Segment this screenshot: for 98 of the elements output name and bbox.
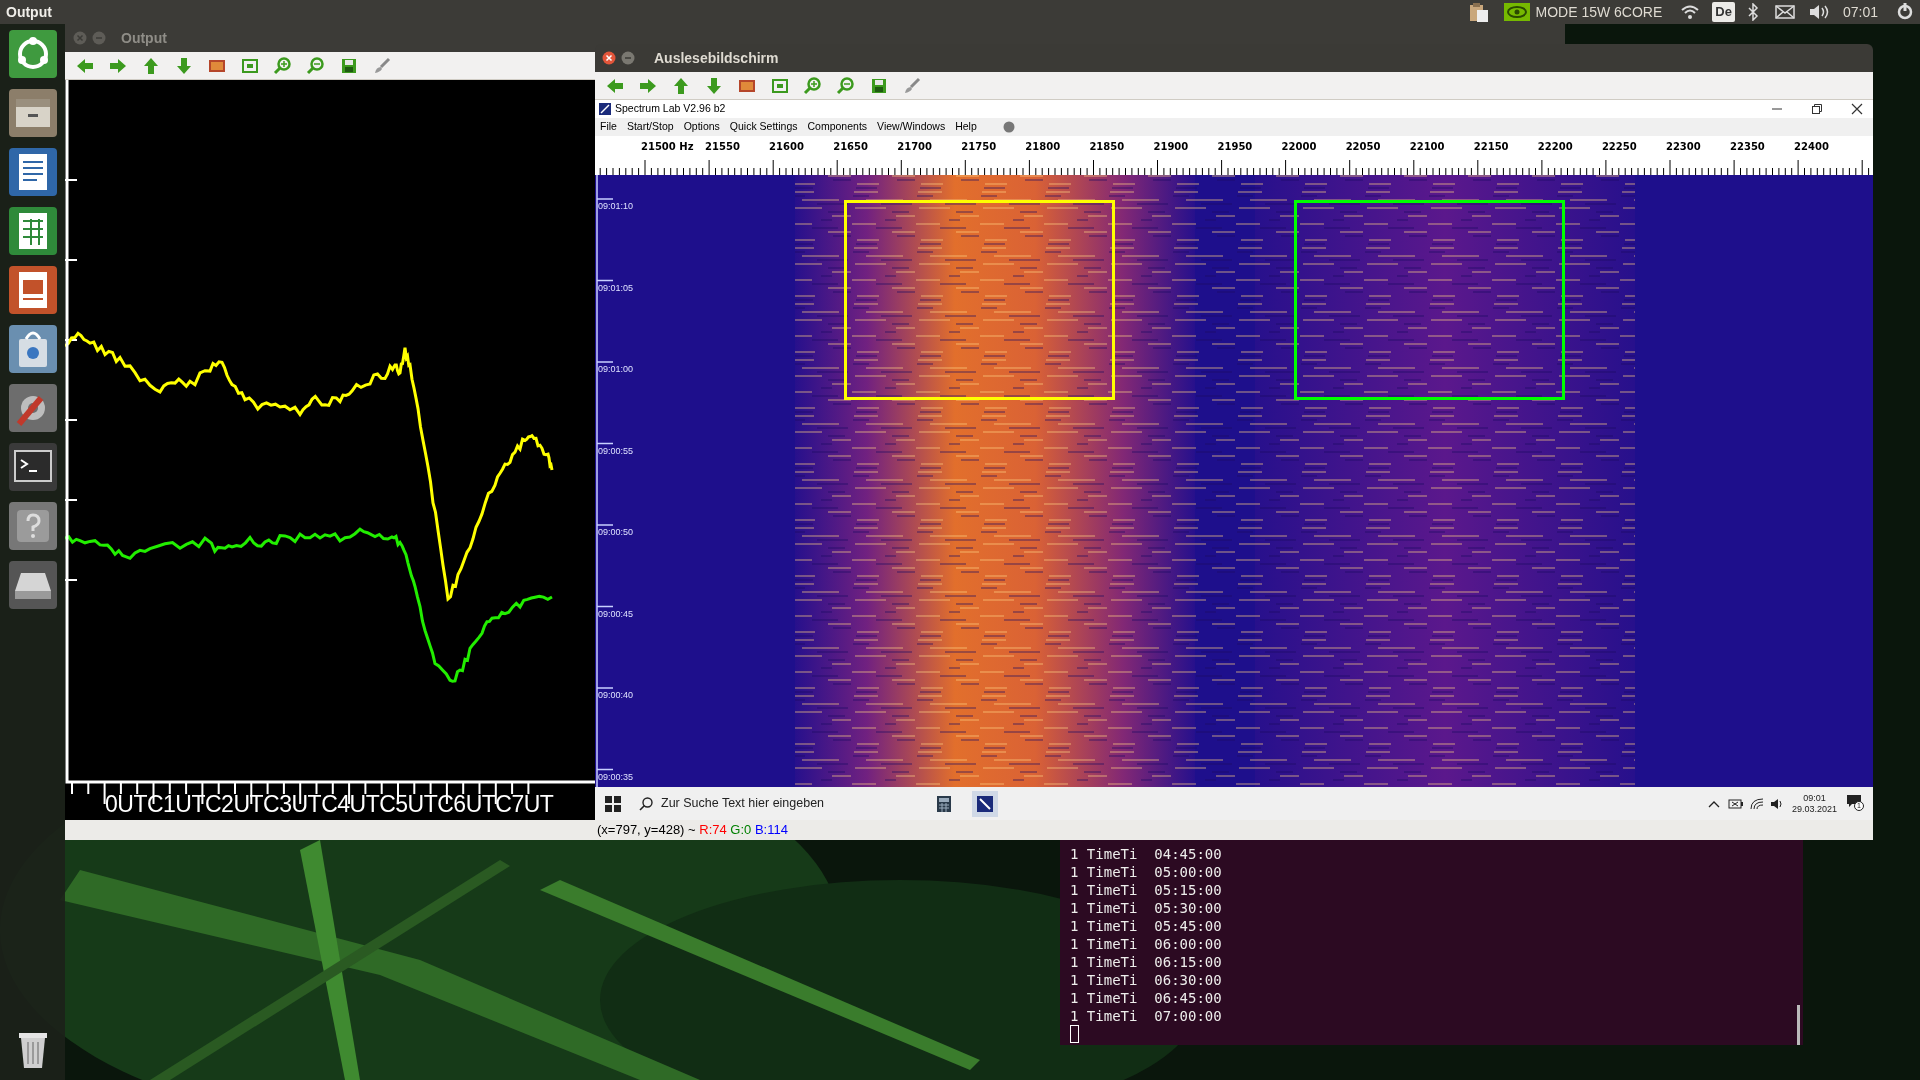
menu-item[interactable]: Start/Stop	[626, 119, 674, 135]
terminal-line: 1 TimeTi 06:30:00	[1070, 971, 1223, 989]
search-field[interactable]: Zur Suche Text hier eingeben	[661, 794, 921, 813]
presentation-icon[interactable]	[8, 266, 57, 314]
time-label: 09:01:05	[598, 282, 634, 294]
brush-icon[interactable]	[902, 75, 922, 96]
zoom-out-icon[interactable]	[306, 55, 326, 76]
frequency-label: 21850	[1089, 140, 1125, 154]
document-icon[interactable]	[8, 148, 57, 196]
battery-icon[interactable]	[1727, 797, 1744, 810]
start-icon[interactable]	[605, 795, 621, 812]
close-button-icon[interactable]	[602, 51, 616, 65]
menu-item[interactable]: Options	[683, 119, 720, 135]
frequency-label: 21550	[705, 140, 740, 154]
time-label: 09:01:00	[598, 364, 634, 375]
frequency-label: 22200	[1537, 140, 1573, 154]
text-cursor	[1070, 1025, 1079, 1043]
envelope-icon[interactable]	[1774, 5, 1795, 19]
frequency-label: 21600	[769, 140, 804, 154]
menu-item[interactable]: Help	[955, 119, 977, 135]
app-window-icon[interactable]	[972, 790, 998, 817]
down-arrow-icon[interactable]	[174, 55, 194, 76]
frequency-label: 21900	[1153, 140, 1189, 154]
time-label: 09:00:40	[598, 690, 634, 701]
terminal-line: 1 TimeTi 05:45:00	[1070, 917, 1223, 935]
terminal-line: 1 TimeTi 05:15:00	[1070, 881, 1223, 899]
frequency-label: 21800	[1025, 140, 1061, 154]
time-label: 09:00:35	[598, 771, 634, 783]
spreadsheet-icon[interactable]	[8, 207, 57, 255]
down-arrow-icon[interactable]	[704, 75, 724, 96]
time-label: 09:00:55	[598, 445, 634, 457]
status-text: (x=797, y=428) ~ R:74 G:0 B:114	[597, 821, 788, 840]
chevron-up-icon[interactable]	[1707, 799, 1720, 808]
axis-label: 0UTC1UTC2UTC3UTC4UTC5UTC6UTC7UT	[105, 791, 554, 817]
terminal-line: 1 TimeTi 06:00:00	[1070, 935, 1223, 953]
terminal-line: 1 TimeTi 05:00:00	[1070, 863, 1223, 881]
keyboard-layout-indicator[interactable]: De	[1712, 2, 1735, 22]
frequency-label: 21700	[897, 140, 933, 154]
frequency-label: 21650	[833, 140, 868, 154]
scrollbar[interactable]	[1797, 1005, 1800, 1045]
circle-logo-icon[interactable]	[8, 30, 57, 78]
drive-icon[interactable]	[8, 561, 57, 609]
taskbar-date[interactable]: 29.03.2021	[1791, 803, 1837, 815]
frequency-label: 22350	[1730, 140, 1765, 154]
brush-icon[interactable]	[372, 55, 392, 76]
time-label: 09:00:45	[598, 608, 634, 620]
close-icon[interactable]	[1851, 103, 1863, 115]
eye-logo-icon[interactable]	[1503, 3, 1530, 21]
app-logo-icon	[599, 103, 611, 115]
shopping-bag-icon[interactable]	[8, 325, 57, 373]
terminal-line: 1 TimeTi 04:45:00	[1070, 845, 1223, 863]
menu-item[interactable]: View/Windows	[877, 119, 946, 135]
zoom-out-icon[interactable]	[836, 75, 856, 96]
clipboard-icon[interactable]	[1467, 2, 1490, 22]
frequency-label: 22050	[1345, 140, 1381, 154]
terminal-icon[interactable]	[8, 443, 57, 491]
window-title: Output	[121, 28, 167, 48]
terminal-line: 1 TimeTi 05:30:00	[1070, 899, 1223, 917]
wrench-icon[interactable]	[8, 384, 57, 432]
menu-item[interactable]: Components	[807, 119, 868, 135]
drawer-icon[interactable]	[8, 89, 57, 137]
network-icon[interactable]	[1749, 797, 1764, 810]
mode-indicator-text[interactable]: MODE 15W 6CORE	[1535, 1, 1663, 23]
frequency-label: 22400	[1794, 140, 1829, 154]
power-icon[interactable]	[1896, 3, 1914, 21]
zoom-in-icon[interactable]	[273, 55, 293, 76]
frequency-label: 22150	[1473, 140, 1509, 154]
search-icon[interactable]	[639, 796, 653, 811]
speaker-icon[interactable]	[1808, 4, 1831, 20]
menu-item[interactable]: File	[600, 119, 617, 135]
frequency-label: 22100	[1409, 140, 1445, 154]
frequency-label: 22250	[1601, 140, 1637, 154]
terminal-line: 1 TimeTi 06:15:00	[1070, 953, 1223, 971]
frequency-label: 21500 Hz	[641, 140, 694, 154]
record-dot-icon[interactable]	[1002, 121, 1015, 133]
notification-icon[interactable]	[1847, 794, 1861, 807]
app-title: Spectrum Lab V2.96 b2	[615, 101, 726, 117]
panel-title: Output	[5, 2, 52, 22]
zoom-in-icon[interactable]	[803, 75, 823, 96]
question-mark-icon[interactable]	[8, 502, 57, 550]
minimize-button-icon[interactable]	[621, 51, 635, 65]
frequency-label: 22000	[1281, 140, 1317, 154]
frequency-label: 21750	[961, 140, 997, 154]
terminal-line: 1 TimeTi 07:00:00	[1070, 1007, 1223, 1025]
wifi-icon[interactable]	[1680, 4, 1701, 20]
clock-text[interactable]: 07:01	[1842, 1, 1878, 23]
frequency-label: 22300	[1665, 140, 1701, 154]
window-title: Auslesebildschirm	[654, 48, 779, 68]
bluetooth-icon[interactable]	[1746, 3, 1759, 21]
frequency-label: 21950	[1217, 140, 1253, 154]
taskbar-time[interactable]: 09:01	[1803, 792, 1826, 804]
calculator-icon[interactable]	[936, 794, 952, 813]
volume-icon[interactable]	[1769, 797, 1784, 810]
restore-icon[interactable]	[1811, 103, 1823, 115]
time-label: 09:01:10	[598, 201, 634, 212]
terminal-line: 1 TimeTi 06:45:00	[1070, 989, 1223, 1007]
time-label: 09:00:50	[598, 527, 634, 538]
menu-item[interactable]: Quick Settings	[729, 119, 798, 135]
